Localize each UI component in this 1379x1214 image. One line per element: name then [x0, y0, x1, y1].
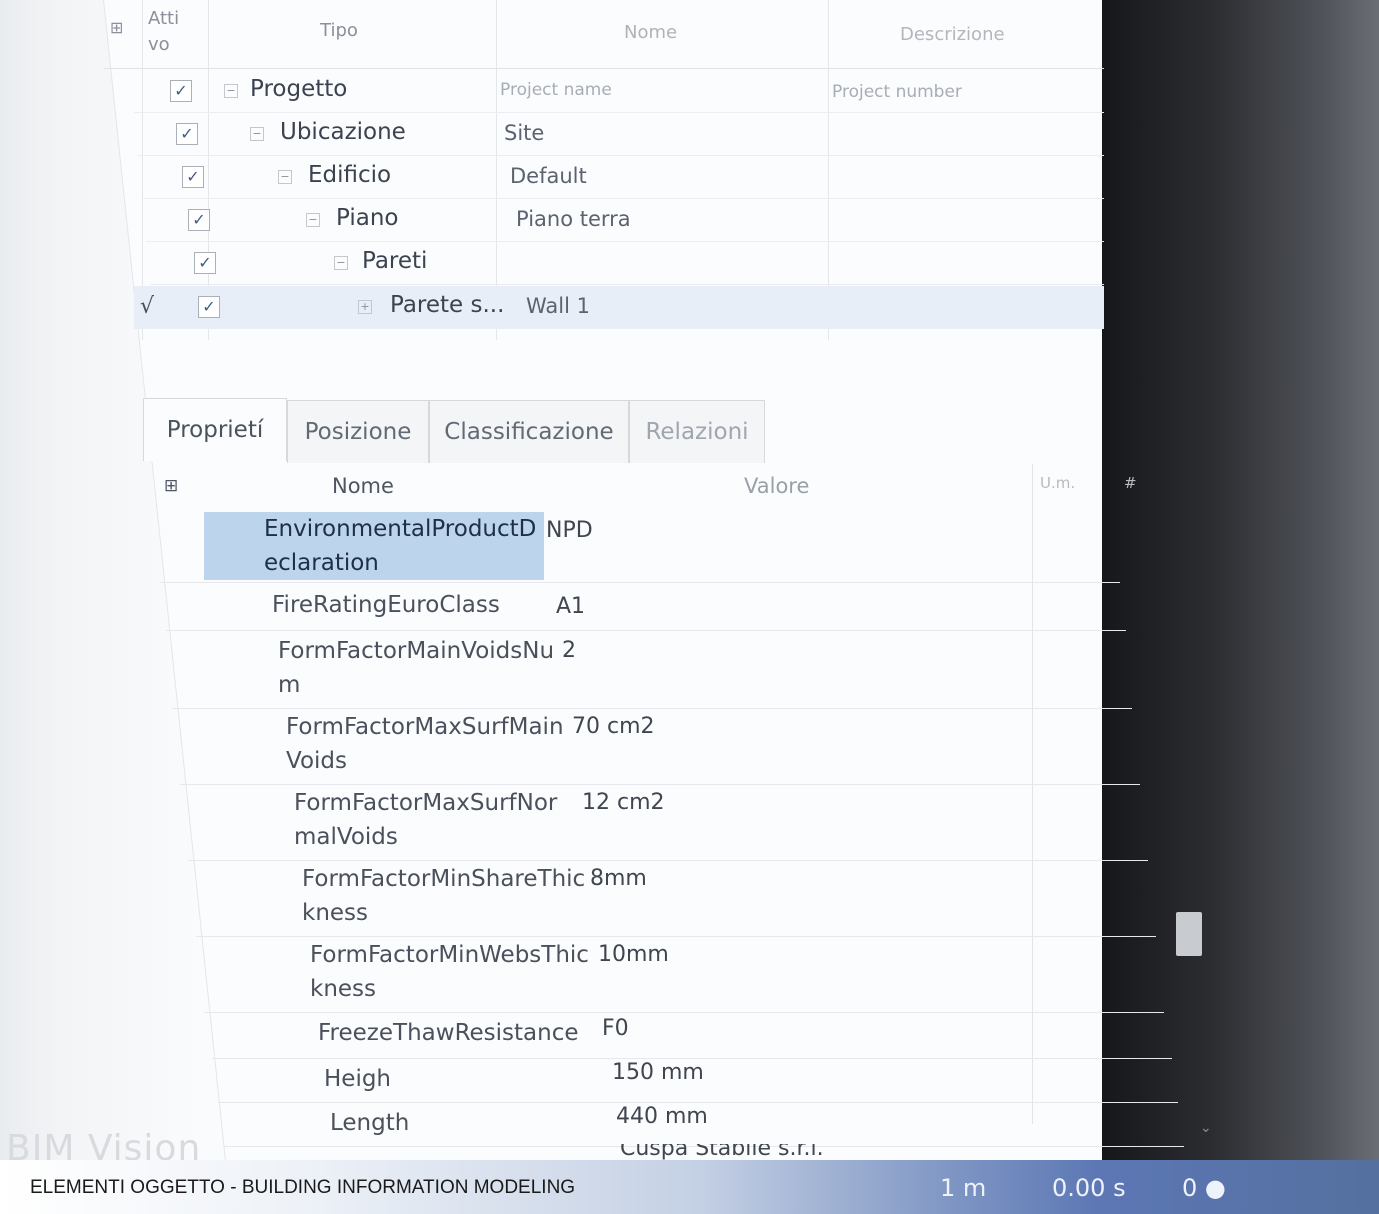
tree-row-progetto[interactable]: ✓ − Progetto Project name Project number	[134, 70, 1104, 113]
tree-row-parete[interactable]: √ ✓ + Parete s... Wall 1	[134, 286, 1104, 329]
column-header-attivo[interactable]: Atti vo	[148, 6, 188, 58]
tree-row-pareti[interactable]: ✓ − Pareti	[150, 242, 1104, 285]
property-row[interactable]: Cuspa Stabile s.r.l.	[230, 1144, 1190, 1161]
active-checkbox[interactable]: ✓	[176, 123, 198, 145]
caption-title: ELEMENTI OGGETTO - BUILDING INFORMATION …	[30, 1177, 576, 1198]
column-header-valore[interactable]: Valore	[744, 474, 809, 498]
object-tree: ⊞ Atti vo Tipo Nome Descrizione ✓ − Prog…	[104, 0, 1104, 380]
active-checkbox[interactable]: ✓	[182, 166, 204, 188]
count-readout: 0 ●	[1182, 1174, 1226, 1202]
column-header-um[interactable]: U.m.	[1040, 474, 1075, 492]
scrollbar-thumb[interactable]	[1176, 912, 1202, 956]
expand-icon[interactable]: +	[358, 300, 372, 314]
tab-classificazione[interactable]: Classificazione	[429, 400, 629, 463]
property-value[interactable]: 12 cm2	[582, 790, 665, 815]
property-name: FormFactorMaxSurfMainVoids	[286, 714, 564, 774]
property-value[interactable]: 8mm	[590, 866, 647, 891]
grid-options-icon[interactable]: ⊞	[164, 476, 178, 496]
property-value[interactable]: 2	[562, 638, 576, 663]
tree-row-nome: Project name	[500, 80, 612, 100]
property-row[interactable]: FireRatingEuroClass A1	[166, 584, 1126, 631]
column-header-extra[interactable]: #	[1124, 474, 1137, 492]
property-name: FreezeThawResistance	[318, 1020, 579, 1046]
collapse-icon[interactable]: −	[334, 256, 348, 270]
property-name: FireRatingEuroClass	[272, 592, 500, 618]
tab-relazioni[interactable]: Relazioni	[629, 400, 765, 463]
property-name: FormFactorMinWebsThickness	[310, 942, 589, 1002]
current-row-mark: √	[140, 294, 155, 319]
collapse-icon[interactable]: −	[250, 127, 264, 141]
collapse-icon[interactable]: −	[224, 84, 238, 98]
property-value[interactable]: A1	[556, 594, 585, 619]
tree-row-descrizione: Project number	[832, 82, 962, 102]
collapse-icon[interactable]: −	[306, 213, 320, 227]
tree-row-piano[interactable]: ✓ − Piano Piano terra	[146, 199, 1104, 242]
column-header-tipo[interactable]: Tipo	[320, 20, 358, 41]
property-row[interactable]: EnvironmentalProductDeclaration NPD	[160, 508, 1120, 583]
scroll-down-icon[interactable]: ⌄	[1200, 1120, 1212, 1136]
active-checkbox[interactable]: ✓	[188, 209, 210, 231]
tree-row-nome: Site	[504, 121, 545, 145]
tree-row-tipo: Piano	[336, 205, 399, 231]
property-value[interactable]: Cuspa Stabile s.r.l.	[620, 1144, 824, 1160]
tree-row-tipo: Parete s...	[390, 292, 505, 318]
active-checkbox[interactable]: ✓	[194, 252, 216, 274]
property-value[interactable]: 440 mm	[616, 1104, 708, 1129]
collapse-icon[interactable]: −	[278, 170, 292, 184]
tree-row-tipo: Edificio	[308, 162, 392, 188]
tree-row-nome: Wall 1	[526, 294, 590, 318]
property-row[interactable]: FormFactorMinWebsThickness 10mm	[204, 936, 1164, 1013]
time-readout: 0.00 s	[1052, 1174, 1126, 1202]
property-name: Heigh	[324, 1066, 392, 1092]
property-row[interactable]: FreezeThawResistance F0	[212, 1012, 1172, 1059]
active-checkbox[interactable]: ✓	[198, 296, 220, 318]
property-value[interactable]: F0	[602, 1016, 629, 1041]
property-row[interactable]: FormFactorMaxSurfNormalVoids 12 cm2	[188, 784, 1148, 861]
tree-row-tipo: Progetto	[250, 76, 348, 102]
property-name: FormFactorMaxSurfNormalVoids	[294, 790, 558, 850]
column-header-nome[interactable]: Nome	[624, 22, 677, 43]
tab-posizione[interactable]: Posizione	[287, 400, 429, 463]
tree-header: ⊞ Atti vo Tipo Nome Descrizione	[104, 0, 1104, 69]
scale-readout: 1 m	[940, 1174, 987, 1202]
property-value[interactable]: 70 cm2	[572, 714, 655, 739]
active-checkbox[interactable]: ✓	[170, 80, 192, 102]
property-name: EnvironmentalProductDeclaration	[204, 512, 544, 580]
property-name: FormFactorMainVoidsNum	[278, 638, 555, 698]
grid-options-icon[interactable]: ⊞	[110, 18, 123, 37]
tree-row-nome: Default	[510, 164, 587, 188]
tree-row-ubicazione[interactable]: ✓ − Ubicazione Site	[138, 113, 1104, 156]
tree-row-nome: Piano terra	[516, 207, 631, 231]
property-name: Length	[330, 1110, 410, 1136]
property-row[interactable]: FormFactorMinShareThickness 8mm	[196, 860, 1156, 937]
property-row[interactable]: Heigh 150 mm	[218, 1058, 1178, 1103]
tab-proprieta[interactable]: Proprietí	[143, 398, 287, 461]
column-header-nome[interactable]: Nome	[332, 474, 394, 498]
property-value[interactable]: 10mm	[598, 942, 669, 967]
tree-row-edificio[interactable]: ✓ − Edificio Default	[142, 156, 1104, 199]
property-row[interactable]: FormFactorMainVoidsNum 2	[172, 632, 1132, 709]
column-header-descrizione[interactable]: Descrizione	[900, 24, 1005, 45]
property-value[interactable]: NPD	[546, 518, 593, 543]
caption-bar: ELEMENTI OGGETTO - BUILDING INFORMATION …	[0, 1160, 1379, 1214]
property-name: FormFactorMinShareThickness	[302, 866, 586, 926]
property-row[interactable]: Length 440 mm	[224, 1102, 1184, 1147]
tree-row-tipo: Ubicazione	[280, 119, 406, 145]
property-row[interactable]: FormFactorMaxSurfMainVoids 70 cm2	[180, 708, 1140, 785]
tree-row-tipo: Pareti	[362, 248, 428, 274]
property-value[interactable]: 150 mm	[612, 1060, 704, 1085]
